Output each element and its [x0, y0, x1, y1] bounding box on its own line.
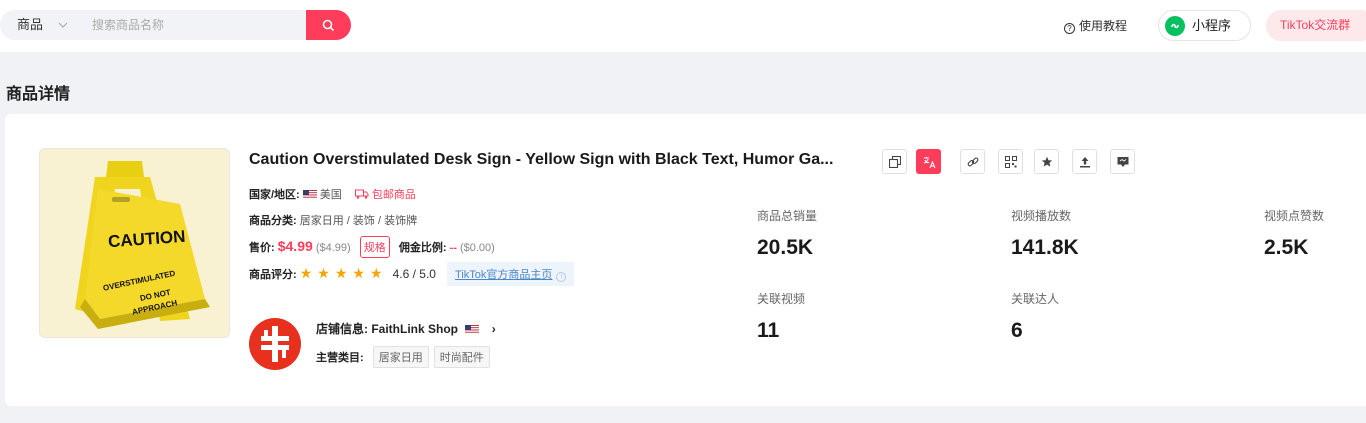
cross-logo-icon [261, 326, 289, 362]
rating-star-icon: ★ [334, 265, 348, 281]
stat-related-videos[interactable]: 关联视频 11 [757, 290, 805, 343]
mini-program-button[interactable]: 小程序 [1158, 10, 1251, 41]
price-row: 售价: $4.99 ($4.99) 规格 佣金比例: -- ($0.00) [249, 236, 495, 258]
stat-value: 20.5K [757, 236, 814, 259]
chevron-down-icon[interactable] [58, 10, 68, 40]
rating-star-icon: ★ [299, 265, 313, 281]
stat-value: 141.8K [1011, 236, 1079, 259]
translate-button[interactable] [916, 149, 941, 174]
rating-row: 商品评分: ★ ★ ★ ★ ★ 4.6 / 5.0 TikTok官方商品主页 i [249, 262, 575, 286]
copy-button[interactable] [882, 149, 907, 174]
shop-name: FaithLink Shop [371, 322, 459, 336]
stat-video-likes: 视频点赞数 2.5K [1264, 207, 1324, 260]
stat-label: 商品总销量 [757, 209, 818, 223]
commission-value: -- [449, 242, 457, 254]
main-category-label: 主营类目: [316, 352, 364, 364]
stat-label: 视频点赞数 [1264, 209, 1325, 223]
stat-total-sales: 商品总销量 20.5K [757, 207, 817, 260]
region-row: 国家/地区: 美国 包邮商品 [249, 186, 416, 202]
price-value: $4.99 [277, 238, 313, 254]
free-shipping-badge: 包邮商品 [354, 189, 416, 201]
price-usd: ($4.99) [315, 242, 351, 254]
region-label: 国家/地区: [249, 189, 300, 201]
top-bar: 商品 ? 使用教程 小程序 TikTok交流群 [0, 0, 1366, 52]
product-title: Caution Overstimulated Desk Sign - Yello… [249, 151, 834, 168]
qrcode-icon [1005, 156, 1017, 168]
category-chip: 时尚配件 [433, 346, 490, 368]
search-bar: 商品 [0, 10, 351, 40]
us-flag-icon [302, 190, 317, 199]
rating-star-icon: ★ [352, 265, 365, 281]
upload-button[interactable] [1072, 149, 1097, 174]
chevron-right-icon: › [491, 322, 496, 336]
search-category-select[interactable]: 商品 [17, 10, 43, 40]
message-icon [1117, 157, 1129, 167]
commission-label: 佣金比例: [398, 242, 447, 254]
stat-related-creators[interactable]: 关联达人 6 [1011, 290, 1059, 343]
tiktok-group-button[interactable]: TikTok交流群 [1266, 10, 1366, 41]
free-shipping-label: 包邮商品 [371, 189, 416, 201]
wechat-mini-program-icon [1165, 16, 1185, 36]
stat-value: 6 [1011, 319, 1023, 342]
category-label: 商品分类: [249, 215, 297, 227]
stat-label: 关联达人 [1011, 292, 1060, 306]
stat-value: 11 [757, 319, 780, 342]
region-value: 美国 [319, 189, 342, 201]
shop-info-link[interactable]: 店铺信息: FaithLink Shop › [316, 320, 496, 337]
rating-stars: ★ ★ ★ ★ ★ [300, 265, 388, 281]
tiktok-product-page-link[interactable]: TikTok官方商品主页 i [447, 262, 575, 286]
search-icon [322, 19, 335, 32]
stat-video-views: 视频播放数 141.8K [1011, 207, 1079, 260]
rating-star-icon: ★ [369, 265, 383, 281]
message-button[interactable] [1110, 149, 1135, 174]
caution-sign-illustration: CAUTION OVERSTIMULATED DO NOT APPROACH [40, 149, 229, 337]
price-label: 售价: [249, 242, 275, 254]
mini-program-label: 小程序 [1192, 18, 1232, 33]
link-button[interactable] [960, 149, 985, 174]
truck-icon [354, 189, 369, 199]
stat-label: 关联视频 [757, 292, 806, 306]
help-icon: ? [1064, 23, 1075, 34]
page-title: 商品详情 [6, 86, 71, 103]
us-flag-icon [465, 325, 480, 334]
category-chip: 居家日用 [372, 346, 429, 368]
search-button[interactable] [306, 10, 351, 40]
stat-value: 2.5K [1264, 236, 1309, 259]
search-input[interactable] [92, 14, 292, 36]
shop-main-categories: 主营类目: 居家日用 时尚配件 [316, 346, 492, 368]
qrcode-button[interactable] [998, 149, 1023, 174]
category-row: 商品分类: 居家日用 / 装饰 / 装饰牌 [249, 212, 417, 228]
rating-star-icon: ★ [317, 265, 330, 281]
tutorial-label: 使用教程 [1079, 19, 1128, 33]
stat-label: 视频播放数 [1011, 209, 1072, 223]
rating-label: 商品评分: [249, 269, 297, 281]
shop-info-label: 店铺信息: [316, 322, 368, 336]
copy-icon [889, 156, 901, 168]
info-icon: i [556, 272, 567, 282]
link-icon [967, 157, 979, 167]
commission-usd: ($0.00) [459, 242, 495, 254]
product-image[interactable]: CAUTION OVERSTIMULATED DO NOT APPROACH [39, 148, 230, 338]
favorite-button[interactable] [1034, 149, 1059, 174]
upload-icon [1080, 157, 1090, 168]
spec-button[interactable]: 规格 [359, 236, 390, 258]
shop-logo[interactable] [249, 318, 301, 370]
tiktok-link-label: TikTok官方商品主页 [455, 269, 553, 281]
translate-icon [923, 157, 936, 169]
star-icon [1041, 156, 1053, 167]
tutorial-link[interactable]: ? 使用教程 [1064, 16, 1127, 36]
rating-value: 4.6 / 5.0 [392, 267, 436, 281]
category-value: 居家日用 / 装饰 / 装饰牌 [299, 215, 418, 227]
